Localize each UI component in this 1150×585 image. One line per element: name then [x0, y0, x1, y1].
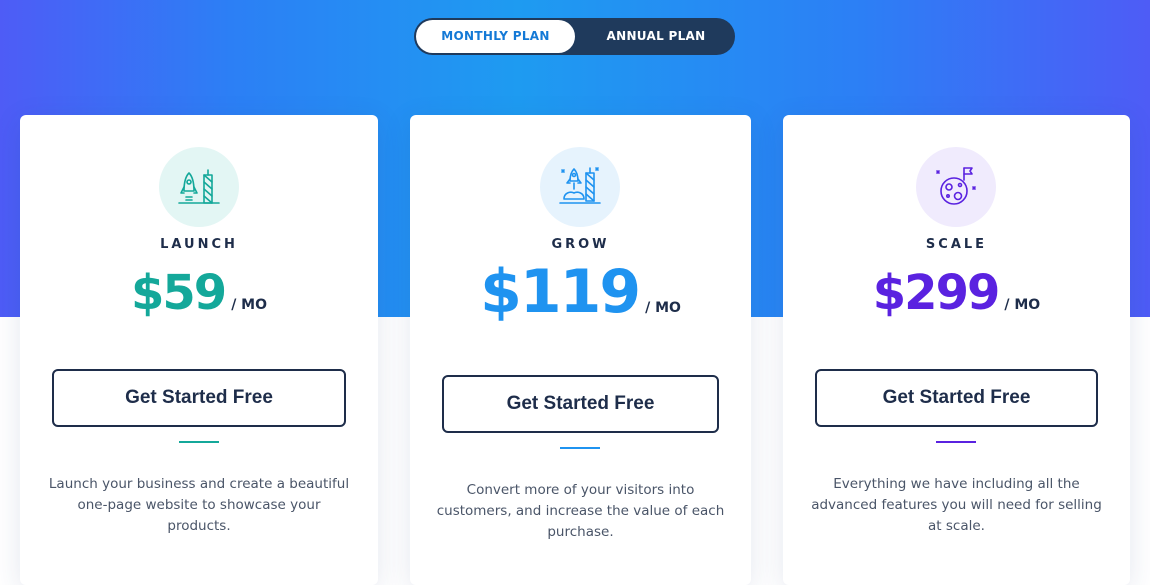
- plan-price: $299: [872, 265, 1001, 321]
- launch-icon-circle: [159, 147, 239, 227]
- get-started-button[interactable]: Get Started Free: [52, 369, 346, 427]
- plan-description: Launch your business and create a beauti…: [48, 476, 350, 534]
- price-row: $299/ MO: [783, 265, 1130, 321]
- get-started-button[interactable]: Get Started Free: [442, 375, 719, 433]
- moon-flag-icon: [936, 167, 976, 205]
- plan-toggle[interactable]: MONTHLY PLAN ANNUAL PLAN: [414, 18, 735, 55]
- price-period: / MO: [1004, 297, 1041, 313]
- plan-price: $59: [130, 265, 227, 321]
- plan-name: GROW: [551, 237, 610, 252]
- get-started-button[interactable]: Get Started Free: [815, 369, 1098, 427]
- price-row: $59/ MO: [20, 265, 378, 321]
- plan-name: LAUNCH: [160, 237, 238, 252]
- rocket-grow-icon: [559, 167, 601, 204]
- price-period: / MO: [645, 300, 681, 316]
- plan-card-scale: SCALE $299/ MO Get Started Free Everythi…: [783, 115, 1130, 585]
- plan-name: SCALE: [925, 237, 988, 252]
- scale-icon-circle: [916, 147, 996, 227]
- grow-icon-circle: [540, 147, 620, 227]
- rocket-launch-icon: [178, 169, 220, 204]
- plan-description: Convert more of your visitors into custo…: [436, 482, 725, 540]
- price-row: $119/ MO: [410, 257, 751, 327]
- monthly-plan-tab[interactable]: MONTHLY PLAN: [416, 20, 575, 53]
- plan-card-grow: GROW $119/ MO Get Started Free Convert m…: [410, 115, 751, 585]
- plan-price: $119: [480, 257, 641, 327]
- price-period: / MO: [231, 297, 268, 313]
- annual-plan-tab[interactable]: ANNUAL PLAN: [579, 18, 733, 55]
- accent-divider: [560, 447, 600, 449]
- plan-description: Everything we have including all the adv…: [811, 476, 1102, 534]
- accent-divider: [936, 441, 976, 443]
- plan-card-launch: LAUNCH $59/ MO Get Started Free Launch y…: [20, 115, 378, 585]
- accent-divider: [179, 441, 219, 443]
